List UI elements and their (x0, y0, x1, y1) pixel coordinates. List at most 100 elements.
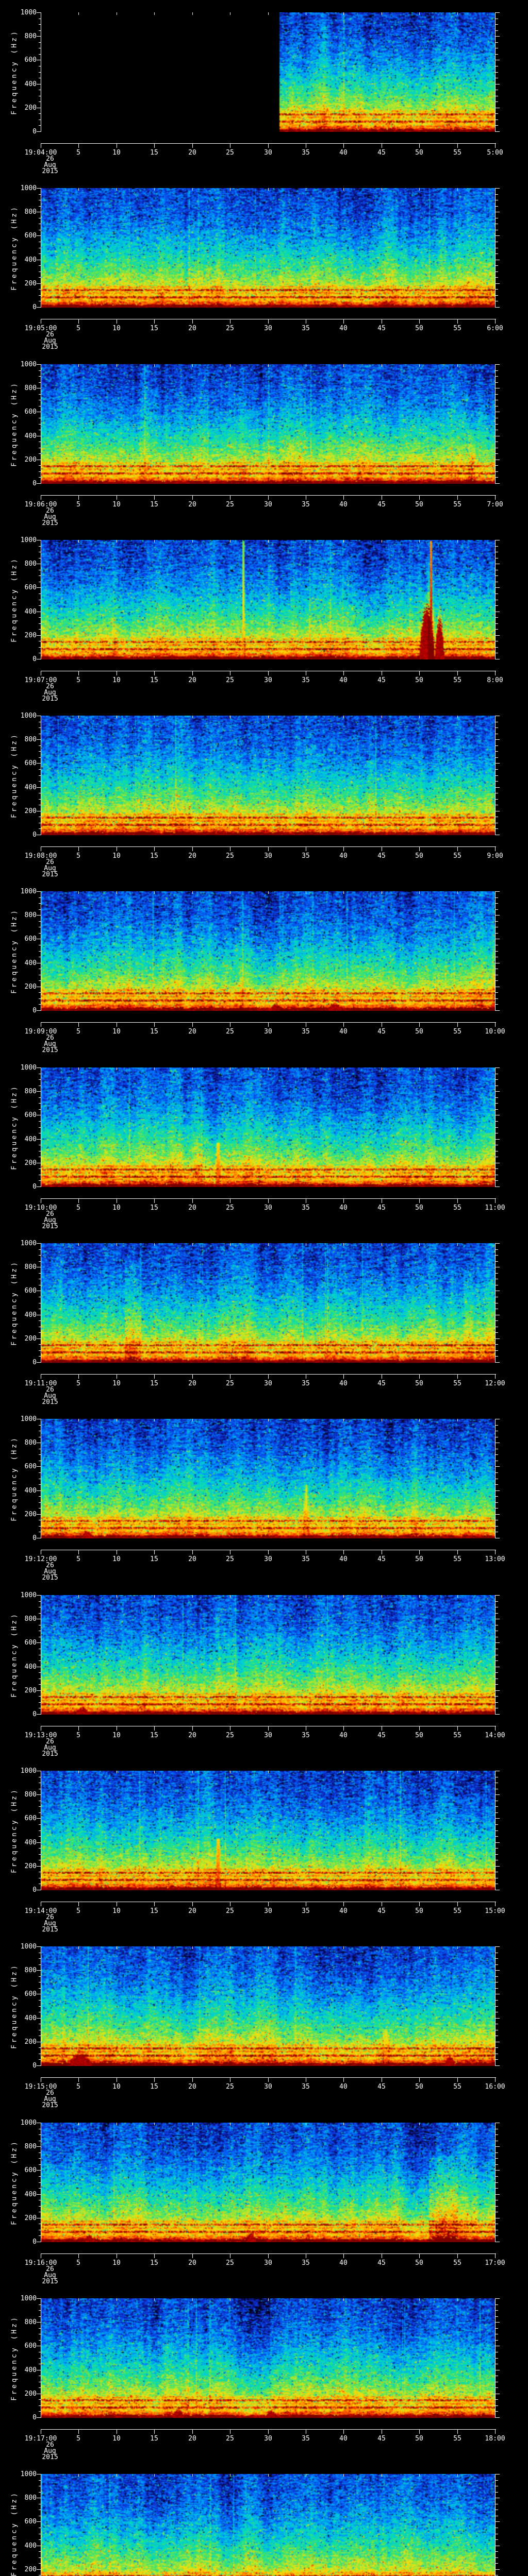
right-axis-minor-tick (496, 1976, 498, 1977)
right-axis-minor-tick (496, 799, 498, 800)
y-axis-minor-tick (39, 1848, 41, 1849)
right-axis-minor-tick (496, 1472, 498, 1473)
y-axis-tick (37, 364, 41, 365)
right-axis-minor-tick (496, 1824, 498, 1825)
top-axis-tick (192, 891, 193, 894)
right-axis-minor-tick (496, 113, 498, 114)
x-axis-end-label: 13:00 (485, 1555, 505, 1563)
right-axis-minor-tick (496, 465, 498, 466)
right-axis-tick (496, 1514, 500, 1515)
y-axis-minor-tick (39, 980, 41, 981)
y-axis-tick-label: 1000 (20, 184, 37, 192)
time-axis-tick (192, 1550, 193, 1554)
right-axis-tick (496, 364, 500, 365)
spectrogram-panel: Frequency (Hz) 0 200 400 600 800 1000 19:11:00… (0, 1231, 528, 1407)
y-axis-tick (37, 1842, 41, 1843)
right-axis-tick (496, 2194, 500, 2195)
right-axis-minor-tick (496, 2358, 498, 2359)
right-axis-tick (496, 1067, 500, 1068)
top-axis-tick (154, 1419, 155, 1421)
y-axis-minor-tick (39, 1079, 41, 1080)
top-axis-tick (495, 716, 496, 718)
time-axis-tick (495, 319, 496, 324)
right-axis-minor-tick (496, 477, 498, 478)
right-axis-tick (496, 2322, 500, 2323)
top-axis-tick (495, 2123, 496, 2125)
y-axis-minor-tick (39, 1526, 41, 1527)
time-axis-tick (78, 1199, 79, 1203)
right-axis-minor-tick (496, 647, 498, 648)
top-axis-tick (457, 1595, 458, 1598)
right-axis-tick (496, 12, 500, 13)
y-axis-tick (37, 1010, 41, 1011)
time-axis-tick (268, 1550, 269, 1554)
top-axis-tick (154, 364, 155, 367)
top-axis-tick (78, 1771, 79, 1773)
y-axis-tick (37, 235, 41, 236)
top-axis-tick (457, 12, 458, 15)
top-axis-tick (457, 1243, 458, 1246)
date-line: 2015 (42, 1046, 58, 1054)
y-axis-tick-label: 200 (24, 1687, 37, 1694)
y-axis-minor-tick (39, 2310, 41, 2311)
date-line: 2015 (42, 1398, 58, 1406)
y-axis-tick-label: 600 (24, 1639, 37, 1647)
top-axis-tick (419, 2123, 420, 2125)
time-axis-tick (495, 496, 496, 500)
right-axis-minor-tick (496, 1806, 498, 1807)
right-axis-minor-tick (496, 370, 498, 371)
y-axis-tick (37, 787, 41, 788)
y-axis-minor-tick (39, 1806, 41, 1807)
right-axis-minor-tick (496, 951, 498, 952)
time-axis-tick (495, 1902, 496, 1906)
right-axis-minor-tick (496, 2492, 498, 2493)
top-axis-tick (419, 1067, 420, 1070)
time-axis-tick (154, 1023, 155, 1027)
y-axis-tick-label: 600 (24, 1815, 37, 1822)
right-axis-minor-tick (496, 1425, 498, 1426)
right-axis-tick (496, 2298, 500, 2299)
time-axis-tick (343, 2254, 344, 2258)
time-axis-tick (495, 1375, 496, 1379)
right-axis-minor-tick (496, 1812, 498, 1813)
y-axis-tick-label: 800 (24, 1967, 37, 1974)
y-axis-minor-tick (39, 933, 41, 934)
right-axis-tick (496, 1818, 500, 1819)
y-axis-tick-label: 200 (24, 2038, 37, 2046)
y-axis-minor-tick (39, 465, 41, 466)
right-axis-tick (496, 739, 500, 740)
y-axis-tick-label: 200 (24, 2214, 37, 2222)
time-axis-tick (419, 1199, 420, 1203)
time-axis-tick (343, 1550, 344, 1554)
right-axis-tick (496, 587, 500, 588)
right-axis-tick (496, 188, 500, 189)
time-axis-tick (419, 847, 420, 851)
time-axis-tick (495, 847, 496, 851)
y-axis-title: Frequency (Hz) (10, 1612, 19, 1698)
top-axis-tick (343, 364, 344, 367)
right-axis-minor-tick (496, 757, 498, 758)
time-axis-tick (78, 2430, 79, 2434)
time-axis-tick (268, 2430, 269, 2434)
y-axis-minor-tick (39, 1684, 41, 1685)
spectrogram-panel: Frequency (Hz) 0 200 400 600 800 1000 19:08:00… (0, 703, 528, 879)
time-axis-tick (192, 1199, 193, 1203)
right-axis-minor-tick (496, 897, 498, 898)
y-axis-minor-tick (39, 2182, 41, 2183)
y-axis-minor-tick (39, 2405, 41, 2406)
time-axis-tick (495, 1199, 496, 1203)
y-axis-minor-tick (39, 605, 41, 606)
y-axis-minor-tick (39, 751, 41, 752)
y-axis-minor-tick (39, 1344, 41, 1345)
y-axis-minor-tick (39, 2000, 41, 2001)
spectrogram-panel: Frequency (Hz) 0 200 400 600 800 1000 19:12:00… (0, 1406, 528, 1583)
y-axis-tick-label: 1000 (20, 361, 37, 368)
time-axis-tick (419, 1902, 420, 1906)
top-axis-tick (192, 2298, 193, 2301)
spectrogram-panel: Frequency (Hz) 0 200 400 600 800 1000 19:06:00… (0, 352, 528, 528)
right-axis-minor-tick (496, 2539, 498, 2540)
y-axis-tick-label: 1000 (20, 1943, 37, 1951)
y-axis-tick-label: 800 (24, 560, 37, 568)
top-axis-tick (78, 364, 79, 367)
y-axis-minor-tick (39, 382, 41, 383)
